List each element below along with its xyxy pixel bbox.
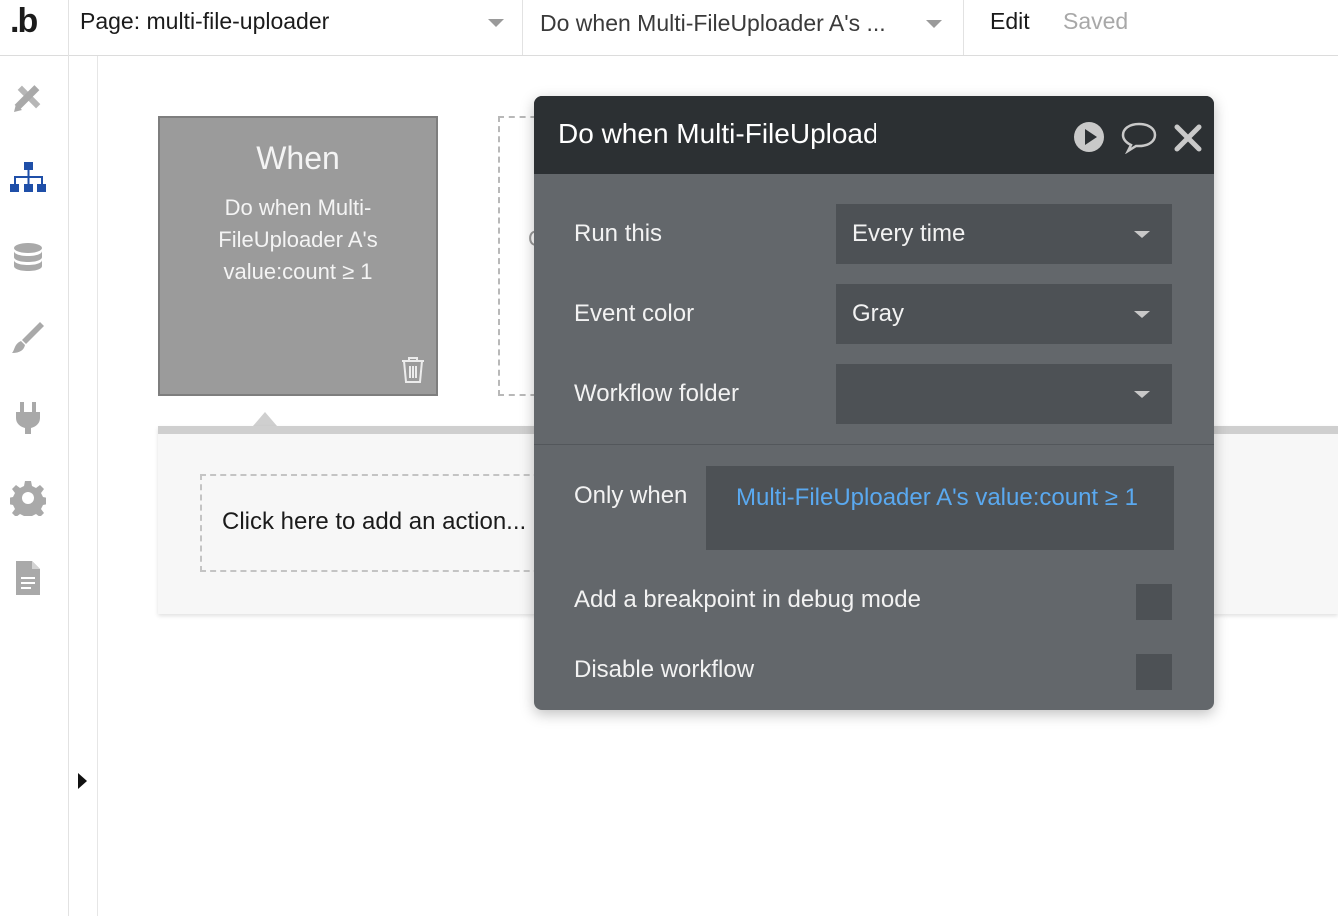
chevron-down-icon — [1134, 231, 1150, 238]
event-color-value: Gray — [852, 300, 905, 327]
sidebar-item-plugins[interactable] — [10, 400, 46, 436]
top-bar: .b Page: multi-file-uploader Do when Mul… — [0, 0, 1338, 56]
run-this-label: Run this — [574, 220, 663, 247]
add-action-label: Click here to add an action... — [222, 508, 527, 535]
add-action-button[interactable]: Click here to add an action... — [200, 474, 560, 572]
edit-menu[interactable]: Edit — [990, 8, 1030, 35]
workflow-folder-dropdown[interactable] — [836, 364, 1172, 424]
editor-title[interactable]: Do when Multi-FileUploader A's value:cou… — [558, 118, 876, 150]
only-when-label: Only when — [574, 482, 688, 509]
sidebar-item-styles[interactable] — [10, 320, 46, 356]
paint-brush-icon — [12, 322, 44, 353]
trash-icon[interactable] — [400, 356, 426, 384]
event-card[interactable]: When Do when Multi-FileUploader A's valu… — [158, 116, 438, 396]
pencil-ruler-icon — [14, 85, 41, 112]
play-icon — [1074, 122, 1104, 152]
event-color-label: Event color — [574, 300, 695, 327]
sidebar-item-design[interactable] — [10, 80, 46, 116]
sidebar-item-data[interactable] — [10, 240, 46, 276]
chevron-down-icon — [488, 19, 504, 27]
workflow-folder-label: Workflow folder — [574, 380, 739, 407]
run-this-dropdown[interactable]: Every time — [836, 204, 1172, 264]
comment-icon — [1121, 122, 1157, 155]
close-icon — [1174, 124, 1202, 152]
editor-header: Do when Multi-FileUploader A's value:cou… — [534, 96, 1214, 174]
only-when-expression-field[interactable]: Multi-FileUploader A's value:count ≥ 1 — [706, 466, 1174, 550]
disable-workflow-checkbox[interactable] — [1136, 654, 1172, 690]
document-icon — [16, 561, 40, 595]
chevron-down-icon — [1134, 311, 1150, 318]
editor-divider — [534, 444, 1214, 445]
event-card-title: When — [256, 140, 340, 176]
action-panel-pointer — [253, 412, 277, 426]
page-selector-label: Page: multi-file-uploader — [80, 8, 330, 34]
close-button[interactable] — [1172, 120, 1204, 154]
event-property-editor: Do when Multi-FileUploader A's value:cou… — [534, 96, 1214, 710]
sitemap-icon — [10, 162, 46, 192]
run-button[interactable] — [1072, 120, 1106, 154]
workflow-selector-label: Do when Multi-FileUploader A's ... — [540, 10, 886, 36]
comment-button[interactable] — [1120, 120, 1158, 155]
left-sidebar — [0, 56, 69, 916]
only-when-expression[interactable]: Multi-FileUploader A's value:count ≥ 1 — [722, 480, 1162, 516]
chevron-down-icon — [1134, 391, 1150, 398]
plug-icon — [16, 402, 40, 434]
breakpoint-checkbox[interactable] — [1136, 584, 1172, 620]
event-color-dropdown[interactable]: Gray — [836, 284, 1172, 344]
logo-text: .b — [10, 2, 38, 40]
workflow-selector[interactable]: Do when Multi-FileUploader A's ... — [524, 0, 964, 55]
disable-workflow-label: Disable workflow — [574, 656, 755, 683]
database-icon — [14, 243, 42, 271]
gear-icon — [8, 481, 48, 521]
expand-panel-icon[interactable] — [78, 773, 87, 789]
sidebar-item-logs[interactable] — [10, 560, 46, 596]
bubble-logo[interactable]: .b — [0, 0, 69, 56]
sidebar-item-workflow[interactable] — [10, 160, 46, 196]
breakpoint-label: Add a breakpoint in debug mode — [574, 586, 921, 613]
save-status: Saved — [1063, 8, 1129, 34]
sidebar-item-settings[interactable] — [8, 480, 48, 521]
run-this-value: Every time — [852, 220, 966, 247]
event-card-description: Do when Multi-FileUploader A's value:cou… — [218, 195, 378, 284]
chevron-down-icon — [926, 20, 942, 28]
page-selector[interactable]: Page: multi-file-uploader — [70, 0, 523, 55]
